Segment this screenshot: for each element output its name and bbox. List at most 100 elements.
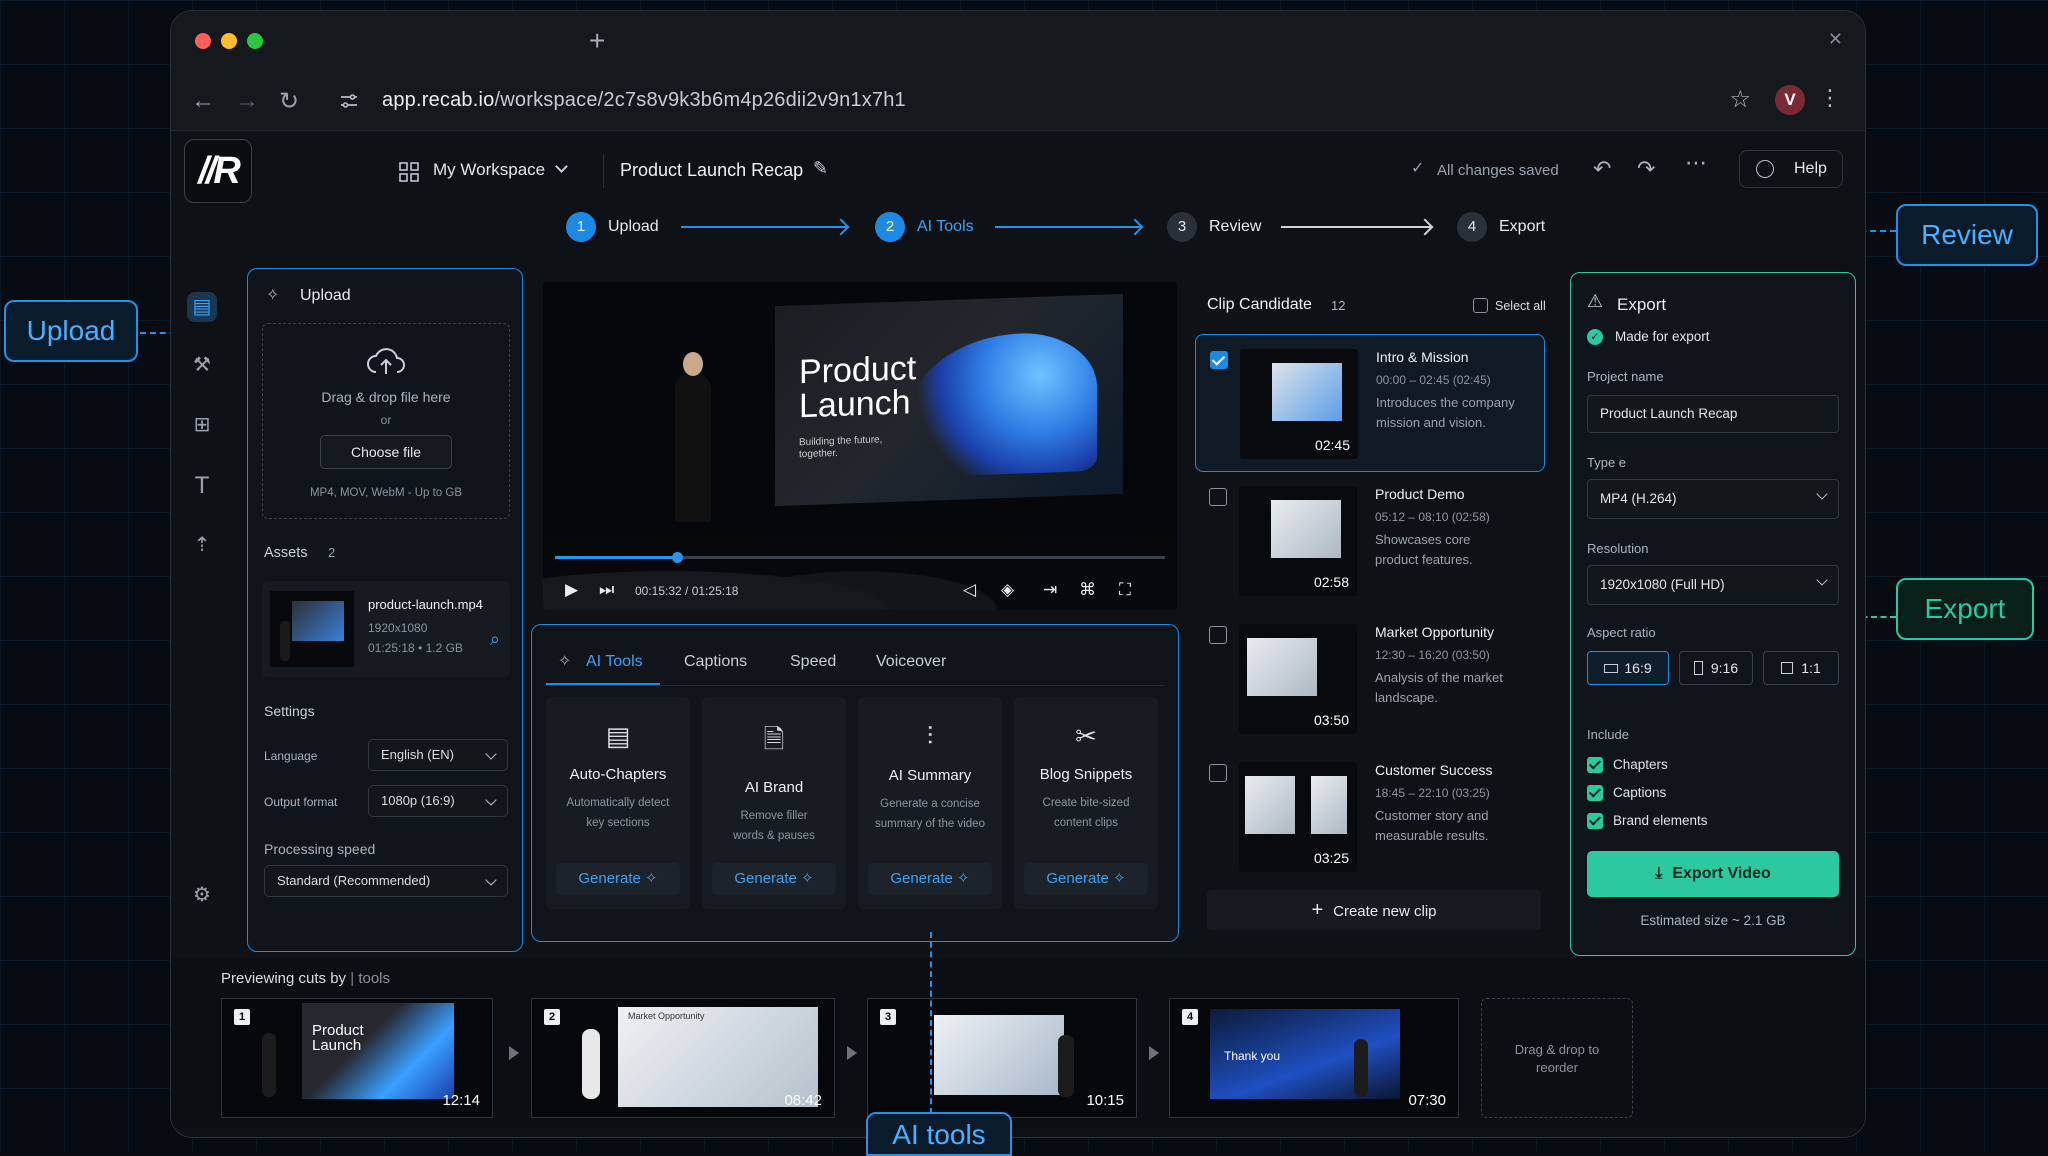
- scissors-icon: ✂: [1075, 721, 1097, 751]
- include-chapters-checkbox[interactable]: [1587, 757, 1603, 773]
- url-field[interactable]: app.recab.io/workspace/2c7s8v9k3b6m4p26d…: [382, 89, 906, 112]
- maximize-dot[interactable]: [247, 33, 263, 49]
- timeline-frame[interactable]: 2 Market Opportunity 08:42: [531, 998, 835, 1118]
- project-name-input[interactable]: Product Launch Recap: [1587, 395, 1839, 433]
- choose-file-button[interactable]: Choose file: [319, 435, 453, 469]
- chevron-down-icon[interactable]: [555, 160, 568, 173]
- clip-item[interactable]: 02:45 Intro & Mission 00:00 – 02:45 (02:…: [1195, 334, 1545, 472]
- ai-magic-icon[interactable]: ⚒: [187, 352, 217, 382]
- site-settings-icon[interactable]: [339, 91, 359, 111]
- include-brand-checkbox[interactable]: [1587, 813, 1603, 829]
- asset-item[interactable]: product-launch.mp4 1920x1080 01:25:18 • …: [262, 581, 510, 677]
- step-arrow: [995, 226, 1141, 228]
- chapters-icon: ▤: [605, 721, 631, 751]
- export-title: Export: [1617, 295, 1667, 314]
- clip-item[interactable]: 02:58 Product Demo 05:12 – 08:10 (02:58)…: [1195, 472, 1545, 610]
- clip-checkbox[interactable]: [1209, 488, 1227, 506]
- aspect-9-16-button[interactable]: 9:16: [1679, 651, 1753, 685]
- clip-duration: 03:50: [1313, 712, 1349, 728]
- project-title[interactable]: Product Launch Recap: [620, 160, 803, 181]
- redo-icon[interactable]: ↷: [1637, 156, 1655, 182]
- help-button[interactable]: Help: [1739, 150, 1843, 188]
- settings-gear-icon[interactable]: ⚙: [187, 882, 217, 912]
- drop-zone[interactable]: Drag & drop file here or Choose file MP4…: [262, 323, 510, 519]
- tab-speed[interactable]: Speed: [790, 653, 836, 671]
- tab-ai-tools[interactable]: AI Tools: [586, 653, 643, 671]
- timeline-frame[interactable]: 3 10:15: [867, 998, 1137, 1118]
- export-warning-icon: ⚠: [1587, 291, 1604, 311]
- audio-wave-icon[interactable]: ◈: [1001, 580, 1014, 600]
- generate-button[interactable]: Generate ✧: [868, 863, 992, 895]
- clip-checkbox[interactable]: [1209, 764, 1227, 782]
- clip-item[interactable]: 03:25 Customer Success 18:45 – 22:10 (03…: [1195, 748, 1545, 886]
- aspect-ratio-label: Aspect ratio: [1587, 625, 1656, 640]
- clip-candidates-panel: Clip Candidate 12 Select all 02:45 Intro…: [1195, 282, 1549, 932]
- close-dot[interactable]: [195, 33, 211, 49]
- undo-icon[interactable]: ↶: [1593, 156, 1611, 182]
- browser-menu-icon[interactable]: ⋮: [1819, 85, 1841, 111]
- avatar[interactable]: V: [1775, 85, 1805, 115]
- processing-speed-select[interactable]: Standard (Recommended): [264, 865, 508, 897]
- progress-knob[interactable]: [672, 552, 683, 563]
- clip-checkbox[interactable]: [1209, 626, 1227, 644]
- close-icon[interactable]: ✕: [1828, 29, 1843, 50]
- media-icon[interactable]: ▤: [187, 292, 217, 322]
- aspect-1-1-button[interactable]: 1:1: [1763, 651, 1839, 685]
- fullscreen-icon[interactable]: ⛶: [1119, 580, 1131, 600]
- new-tab-button[interactable]: +: [589, 25, 605, 57]
- step-review[interactable]: 3 Review: [1167, 210, 1261, 244]
- volume-icon[interactable]: ◁: [963, 580, 976, 600]
- minimize-dot[interactable]: [221, 33, 237, 49]
- create-clip-button[interactable]: + Create new clip: [1207, 890, 1541, 930]
- frame-screen-title: Thank you: [1224, 1049, 1281, 1063]
- video-player[interactable]: Product Launch Building the future, togeth…: [543, 282, 1177, 610]
- captions-icon[interactable]: ⊞: [187, 412, 217, 442]
- type-select[interactable]: MP4 (H.264): [1587, 479, 1839, 519]
- crop-icon[interactable]: ⌘: [1079, 580, 1096, 600]
- project-name-label: Project name: [1587, 369, 1664, 384]
- bookmark-star-icon[interactable]: ☆: [1729, 85, 1751, 114]
- next-icon[interactable]: ⏭: [599, 580, 614, 600]
- or-text: or: [380, 413, 392, 427]
- app-logo[interactable]: //R: [184, 139, 252, 203]
- select-all-checkbox[interactable]: [1473, 298, 1488, 313]
- resolution-select[interactable]: 1920x1080 (Full HD): [1587, 565, 1839, 605]
- include-captions-checkbox[interactable]: [1587, 785, 1603, 801]
- reload-icon[interactable]: ↻: [279, 87, 299, 116]
- card-title: Blog Snippets: [1039, 766, 1133, 783]
- progress-bar[interactable]: [555, 552, 1165, 563]
- tab-captions[interactable]: Captions: [684, 653, 747, 671]
- export-video-button[interactable]: ⤓ Export Video: [1587, 851, 1839, 897]
- step-ai-tools[interactable]: 2 AI Tools: [875, 210, 974, 244]
- card-desc-line: words & pauses: [733, 830, 815, 842]
- clip-thumbnail: 03:25: [1239, 762, 1357, 872]
- generate-button[interactable]: Generate ✧: [1024, 863, 1148, 895]
- callout-review: Review: [1896, 204, 2038, 266]
- clip-checkbox[interactable]: [1210, 351, 1228, 369]
- aspect-16-9-button[interactable]: 16:9: [1587, 651, 1669, 685]
- step-export[interactable]: 4 Export: [1457, 210, 1545, 244]
- search-icon[interactable]: ⌕: [490, 629, 500, 650]
- workspace-selector[interactable]: My Workspace: [433, 160, 545, 180]
- card-desc-line: key sections: [586, 817, 650, 829]
- tab-voiceover[interactable]: Voiceover: [876, 653, 946, 671]
- forward-icon[interactable]: →: [235, 87, 259, 115]
- language-select[interactable]: English (EN): [368, 739, 508, 771]
- clip-item[interactable]: 03:50 Market Opportunity 12:30 – 16:20 (…: [1195, 610, 1545, 748]
- more-icon[interactable]: ⋯: [1685, 150, 1707, 176]
- edit-pencil-icon[interactable]: ✎: [813, 158, 828, 179]
- export-icon[interactable]: ⇡: [187, 532, 217, 562]
- grid-icon: [399, 162, 419, 182]
- reorder-text-line: reorder: [1536, 1060, 1578, 1075]
- timeline-frame[interactable]: 1 Product Launch 12:14: [221, 998, 493, 1118]
- generate-button[interactable]: Generate ✧: [556, 863, 680, 895]
- reorder-dropzone[interactable]: Drag & drop to reorder: [1481, 998, 1633, 1118]
- output-format-select[interactable]: 1080p (16:9): [368, 785, 508, 817]
- generate-button[interactable]: Generate ✧: [712, 863, 836, 895]
- trim-icon[interactable]: ⇥: [1043, 580, 1057, 600]
- text-icon[interactable]: T: [187, 472, 217, 502]
- back-icon[interactable]: ←: [191, 87, 215, 115]
- step-upload[interactable]: 1 Upload: [566, 210, 659, 244]
- timeline-frame[interactable]: 4 Thank you 07:30: [1169, 998, 1459, 1118]
- play-icon[interactable]: ▶: [565, 580, 578, 600]
